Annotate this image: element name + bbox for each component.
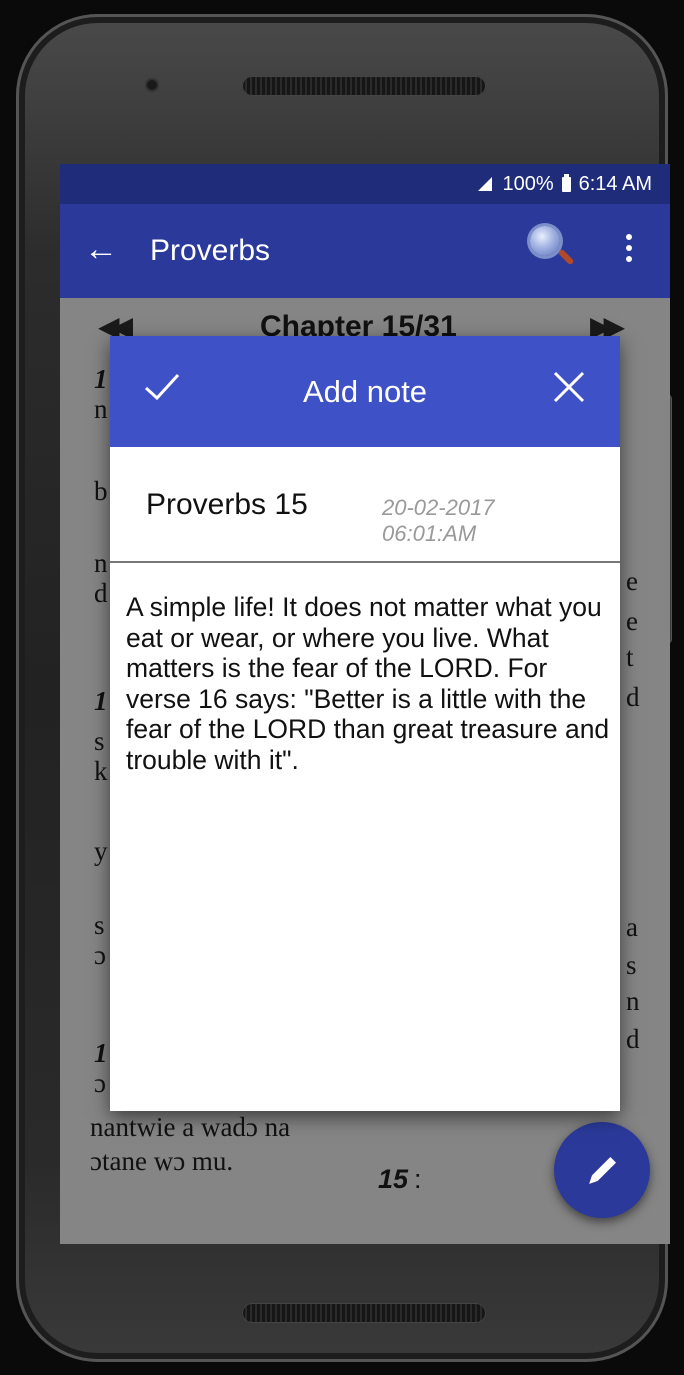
back-arrow-icon[interactable]: ←: [84, 232, 118, 266]
dialog-header: Add note: [110, 336, 620, 447]
dialog-title: Add note: [302, 374, 428, 409]
top-speaker-grille: [242, 76, 486, 96]
app-toolbar: ← Proverbs: [60, 204, 670, 298]
bottom-speaker-grille: [242, 1303, 486, 1323]
edit-note-fab[interactable]: [554, 1122, 650, 1218]
note-text-field[interactable]: A simple life! It does not matter what y…: [126, 592, 610, 775]
status-bar: 100% 6:14 AM: [60, 164, 670, 204]
note-time: 06:01:AM: [382, 521, 477, 546]
front-camera: [147, 80, 157, 90]
add-note-dialog: Add note Proverbs 15 20-02-2017 06:01:AM…: [110, 336, 620, 1111]
note-date: 20-02-2017: [382, 495, 495, 520]
signal-icon: [478, 177, 493, 191]
screen: 100% 6:14 AM ← Proverbs ◀◀ Chapter 15/31…: [60, 164, 670, 1244]
battery-percent: 100%: [502, 172, 554, 195]
note-reference[interactable]: Proverbs 15: [146, 488, 308, 522]
note-timestamp: 20-02-2017 06:01:AM: [382, 495, 495, 547]
battery-icon: [561, 173, 571, 192]
clock: 6:14 AM: [578, 172, 652, 195]
toolbar-title: Proverbs: [150, 234, 271, 267]
search-icon[interactable]: [530, 226, 560, 256]
more-vert-icon[interactable]: [626, 234, 634, 267]
divider: [110, 561, 620, 563]
pencil-icon: [591, 1156, 617, 1182]
close-icon[interactable]: [552, 370, 586, 404]
phone-frame: 100% 6:14 AM ← Proverbs ◀◀ Chapter 15/31…: [16, 14, 672, 1362]
